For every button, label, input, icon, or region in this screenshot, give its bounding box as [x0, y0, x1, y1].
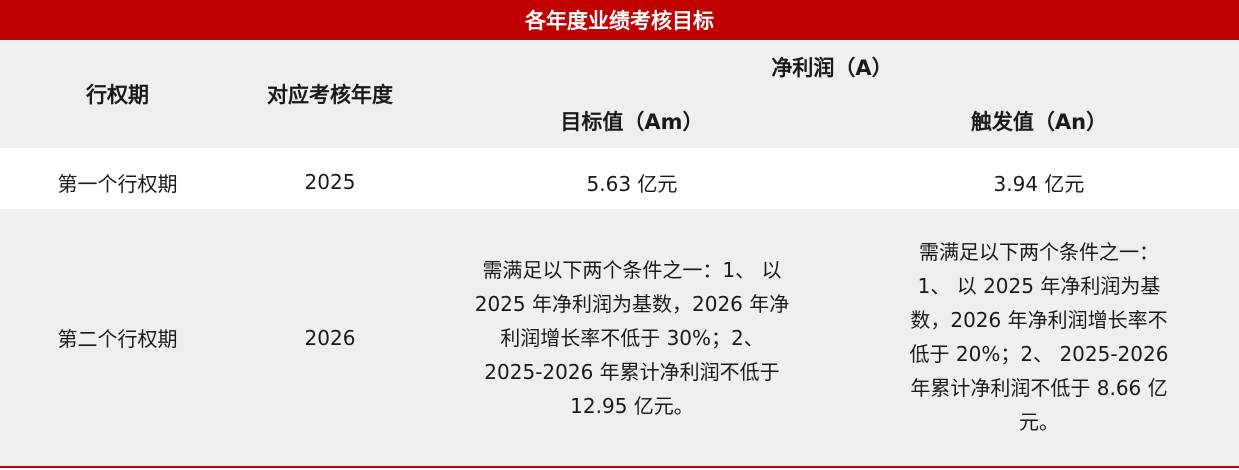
- row1-trigger: 3.94 亿元: [993, 171, 1085, 196]
- row2-trigger: 需满足以下两个条件之一： 1、 以 2025 年净利润为基 数，2026 年净利…: [909, 239, 1169, 434]
- header-net-profit: 净利润（A）: [771, 56, 893, 80]
- header-period: 行权期: [86, 83, 149, 107]
- row2-target: 需满足以下两个条件之一：1、 以 2025 年净利润为基数，2026 年净 利润…: [474, 257, 790, 418]
- bottom-rule: [0, 466, 1239, 468]
- table-title: 各年度业绩考核目标: [0, 0, 1239, 40]
- row1-period: 第一个行权期: [57, 171, 178, 196]
- performance-target-table: 各年度业绩考核目标 行权期 对应考核年度 净利润（A） 目标值（Am） 触发值（…: [0, 0, 1239, 470]
- header-trigger: 触发值（An）: [970, 110, 1108, 134]
- header-target: 目标值（Am）: [560, 110, 704, 134]
- header-year: 对应考核年度: [267, 83, 393, 107]
- row2-period: 第二个行权期: [57, 327, 178, 351]
- row2-year: 2026: [304, 325, 356, 350]
- row1-target: 5.63 亿元: [586, 171, 678, 196]
- row1-year: 2025: [304, 170, 356, 194]
